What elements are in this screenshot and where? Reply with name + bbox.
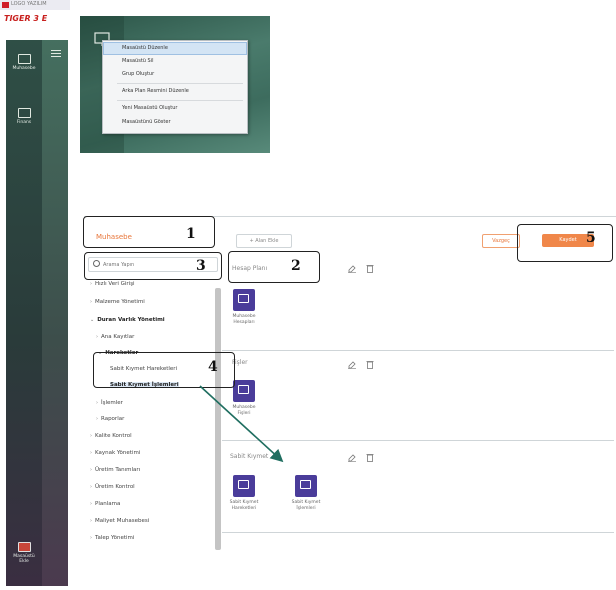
drag-arrow — [199, 385, 284, 463]
